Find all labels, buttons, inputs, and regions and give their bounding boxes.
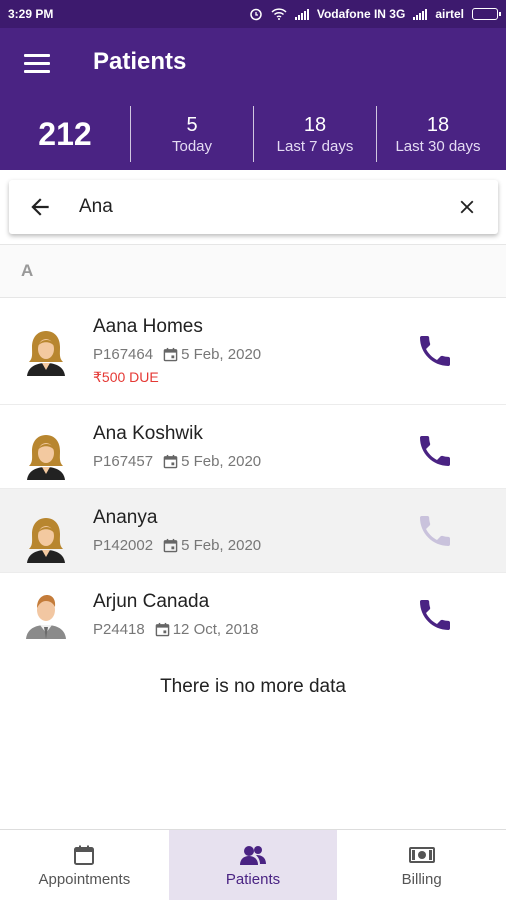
calendar-icon xyxy=(163,454,178,469)
carrier-2: airtel xyxy=(435,7,464,21)
due-amount: ₹500 DUE xyxy=(93,369,159,385)
stat-today[interactable]: 5 Today xyxy=(130,106,253,162)
nav-label: Appointments xyxy=(38,871,131,888)
wifi-icon xyxy=(271,8,287,20)
stat-label: Today xyxy=(171,137,213,155)
stat-value: 5 xyxy=(186,113,198,136)
calendar-icon xyxy=(155,622,170,637)
total-patients[interactable]: 212 xyxy=(0,106,130,162)
stat-label: Last 30 days xyxy=(395,137,481,155)
patient-name: Ananya xyxy=(93,507,158,528)
back-button[interactable] xyxy=(9,180,71,234)
nav-patients[interactable]: Patients xyxy=(168,830,338,900)
list-end-message: There is no more data xyxy=(160,676,346,697)
patient-id: P142002 xyxy=(93,537,154,554)
menu-icon xyxy=(24,53,50,57)
visit-date: 5 Feb, 2020 xyxy=(181,537,262,554)
male-avatar-icon xyxy=(26,595,66,639)
carrier-1: Vodafone IN 3G xyxy=(316,7,406,21)
stat-last-30-days[interactable]: 18 Last 30 days xyxy=(376,106,499,162)
patient-row[interactable]: Ananya P142002 5 Feb, 2020 xyxy=(0,489,506,573)
patient-id: P24418 xyxy=(93,621,145,638)
section-header: A xyxy=(0,244,506,298)
signal-icon xyxy=(294,8,309,20)
patient-name: Aana Homes xyxy=(93,316,203,337)
alarm-icon xyxy=(250,8,262,21)
money-icon xyxy=(408,842,435,868)
stat-value: 18 xyxy=(303,113,327,136)
arrow-back-icon xyxy=(31,198,49,216)
calendar-icon xyxy=(163,347,178,362)
clear-search-button[interactable] xyxy=(436,180,498,234)
patient-row[interactable]: Aana Homes P167464 5 Feb, 2020 ₹500 DUE xyxy=(0,298,506,405)
nav-label: Patients xyxy=(225,871,281,888)
patient-name: Ana Koshwik xyxy=(93,423,203,444)
visit-date: 5 Feb, 2020 xyxy=(181,453,262,470)
calendar-icon xyxy=(72,842,96,868)
patient-row[interactable]: Arjun Canada P24418 12 Oct, 2018 xyxy=(0,573,506,657)
patient-name: Arjun Canada xyxy=(93,591,210,612)
nav-billing[interactable]: Billing xyxy=(337,830,506,900)
phone-icon xyxy=(420,600,450,630)
nav-label: Billing xyxy=(401,871,442,888)
call-button[interactable] xyxy=(413,593,457,637)
phone-icon xyxy=(420,336,450,366)
signal-icon xyxy=(413,8,428,20)
call-button[interactable] xyxy=(413,509,457,553)
visit-date: 5 Feb, 2020 xyxy=(181,346,262,363)
calendar-icon xyxy=(163,538,178,553)
female-avatar-icon xyxy=(27,518,65,563)
call-button[interactable] xyxy=(413,329,457,373)
menu-button[interactable] xyxy=(20,48,54,78)
app-bar: Patients 212 5 Today 18 Last 7 days 18 L… xyxy=(0,28,506,170)
stat-label: Last 7 days xyxy=(276,137,354,155)
search-bar xyxy=(9,180,498,234)
patient-stats: 212 5 Today 18 Last 7 days 18 Last 30 da… xyxy=(0,106,506,162)
close-icon xyxy=(460,200,474,214)
patients-icon xyxy=(239,842,267,868)
search-input[interactable] xyxy=(71,196,436,218)
status-time: 3:29 PM xyxy=(8,7,54,21)
stat-last-7-days[interactable]: 18 Last 7 days xyxy=(253,106,376,162)
phone-icon xyxy=(420,516,450,546)
nav-appointments[interactable]: Appointments xyxy=(0,830,169,900)
female-avatar-icon xyxy=(27,331,65,376)
stat-value: 18 xyxy=(426,113,450,136)
status-bar: 3:29 PM Vodafone IN 3G airtel xyxy=(0,0,506,28)
battery-icon xyxy=(472,8,501,20)
patient-list: Aana Homes P167464 5 Feb, 2020 ₹500 DUE … xyxy=(0,298,506,657)
phone-icon xyxy=(420,436,450,466)
page-title: Patients xyxy=(93,48,187,75)
call-button[interactable] xyxy=(413,429,457,473)
bottom-nav: Appointments Patients Billing xyxy=(0,829,506,900)
patient-id: P167464 xyxy=(93,346,154,363)
visit-date: 12 Oct, 2018 xyxy=(172,621,259,638)
patient-id: P167457 xyxy=(93,453,154,470)
patient-row[interactable]: Ana Koshwik P167457 5 Feb, 2020 xyxy=(0,405,506,489)
female-avatar-icon xyxy=(27,435,65,480)
